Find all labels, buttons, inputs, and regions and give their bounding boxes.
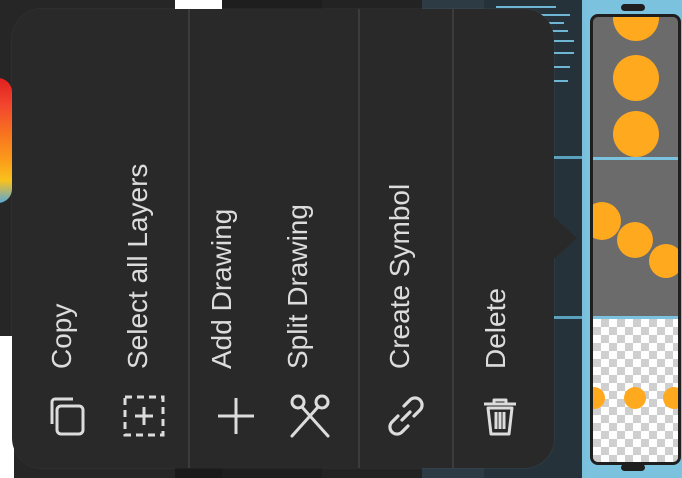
menu-item-label: Select all Layers xyxy=(122,163,153,369)
menu-item-label: Add Drawing xyxy=(206,208,237,369)
menu-item-delete[interactable]: Delete xyxy=(454,9,544,468)
menu-item-add-drawing[interactable]: Add Drawing xyxy=(190,9,266,468)
menu-item-label: Create Symbol xyxy=(384,183,415,369)
frame-thumbnail[interactable] xyxy=(593,17,678,157)
scissors-icon xyxy=(286,392,334,440)
menu-item-copy[interactable]: Copy xyxy=(30,9,100,468)
frame-thumbnail[interactable] xyxy=(593,160,678,316)
plus-icon xyxy=(212,392,260,440)
panel-top-handle[interactable] xyxy=(621,4,645,11)
menu-item-label: Split Drawing xyxy=(282,204,313,369)
color-wheel[interactable] xyxy=(0,78,12,203)
frames-panel xyxy=(586,0,682,478)
popover-pointer xyxy=(553,216,577,260)
frame-strip xyxy=(590,14,681,465)
menu-item-label: Copy xyxy=(46,303,77,369)
menu-item-split-drawing[interactable]: Split Drawing xyxy=(266,9,358,468)
trash-icon xyxy=(476,392,524,440)
select-all-icon xyxy=(120,392,168,440)
panel-bottom-handle[interactable] xyxy=(621,464,645,471)
menu-item-label: Delete xyxy=(480,288,511,369)
link-icon xyxy=(382,392,430,440)
frame-thumbnail[interactable] xyxy=(593,319,678,462)
context-menu: Copy Select all Layers Add Drawing Split… xyxy=(12,9,554,468)
copy-icon xyxy=(43,392,91,440)
menu-item-select-all-layers[interactable]: Select all Layers xyxy=(102,9,188,468)
menu-item-create-symbol[interactable]: Create Symbol xyxy=(360,9,452,468)
